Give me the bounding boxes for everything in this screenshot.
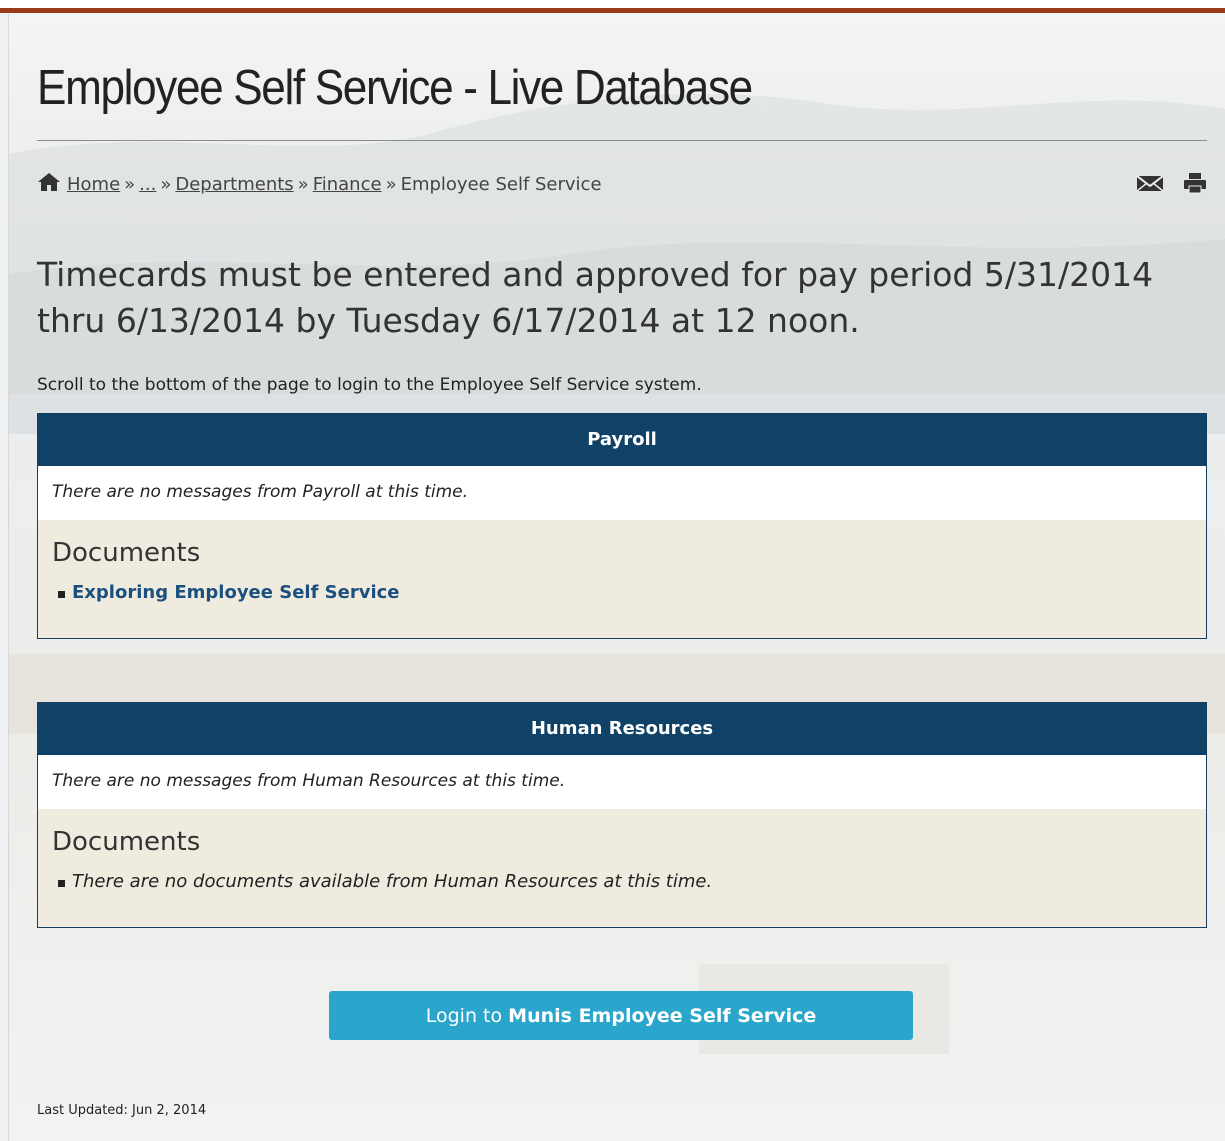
- breadcrumb-finance-link[interactable]: Finance: [313, 174, 382, 195]
- human-resources-panel: Human Resources There are no messages fr…: [37, 702, 1207, 928]
- documents-heading: Documents: [52, 538, 201, 568]
- breadcrumb-separator: »: [385, 174, 397, 195]
- intro-text: Scroll to the bottom of the page to logi…: [37, 375, 702, 395]
- timecard-notice: Timecards must be entered and approved f…: [37, 255, 1154, 340]
- breadcrumb-separator: »: [124, 174, 136, 195]
- home-icon: [37, 172, 61, 197]
- breadcrumb-separator: »: [297, 174, 309, 195]
- panel-message: There are no messages from Payroll at th…: [38, 466, 1206, 520]
- no-documents-text: There are no documents available from Hu…: [72, 871, 713, 892]
- login-button-prefix: Login to: [425, 1005, 503, 1027]
- login-button[interactable]: Login to Munis Employee Self Service: [329, 991, 913, 1040]
- breadcrumb: Home»...» Departments» Finance» Employee Se…: [37, 172, 602, 197]
- top-accent-bar: [0, 0, 1225, 14]
- printer-icon[interactable]: [1183, 172, 1207, 198]
- login-button-system-name: Munis Employee Self Service: [508, 1005, 817, 1027]
- breadcrumb-current: Employee Self Service: [400, 174, 602, 195]
- document-list-item: Exploring Employee Self Service: [52, 582, 1192, 603]
- envelope-icon[interactable]: [1136, 173, 1164, 197]
- breadcrumb-ellipsis-link[interactable]: ...: [139, 174, 156, 195]
- last-updated-text: Last Updated: Jun 2, 2014: [37, 1103, 207, 1118]
- page-tools: [1122, 172, 1207, 198]
- panel-title: Payroll: [38, 414, 1206, 466]
- panel-documents: Documents There are no documents availab…: [38, 809, 1206, 927]
- page-title: Employee Self Service - Live Database: [37, 61, 753, 115]
- panel-title: Human Resources: [38, 703, 1206, 755]
- payroll-panel: Payroll There are no messages from Payro…: [37, 413, 1207, 639]
- documents-heading: Documents: [52, 827, 201, 857]
- title-divider: [37, 140, 1207, 141]
- panel-message: There are no messages from Human Resourc…: [38, 755, 1206, 809]
- panel-documents: Documents Exploring Employee Self Servic…: [38, 520, 1206, 638]
- breadcrumb-home-link[interactable]: Home: [67, 174, 120, 195]
- breadcrumb-departments-link[interactable]: Departments: [175, 174, 293, 195]
- exploring-ess-document-link[interactable]: Exploring Employee Self Service: [72, 582, 400, 603]
- breadcrumb-separator: »: [160, 174, 172, 195]
- document-list-item: There are no documents available from Hu…: [52, 871, 1192, 892]
